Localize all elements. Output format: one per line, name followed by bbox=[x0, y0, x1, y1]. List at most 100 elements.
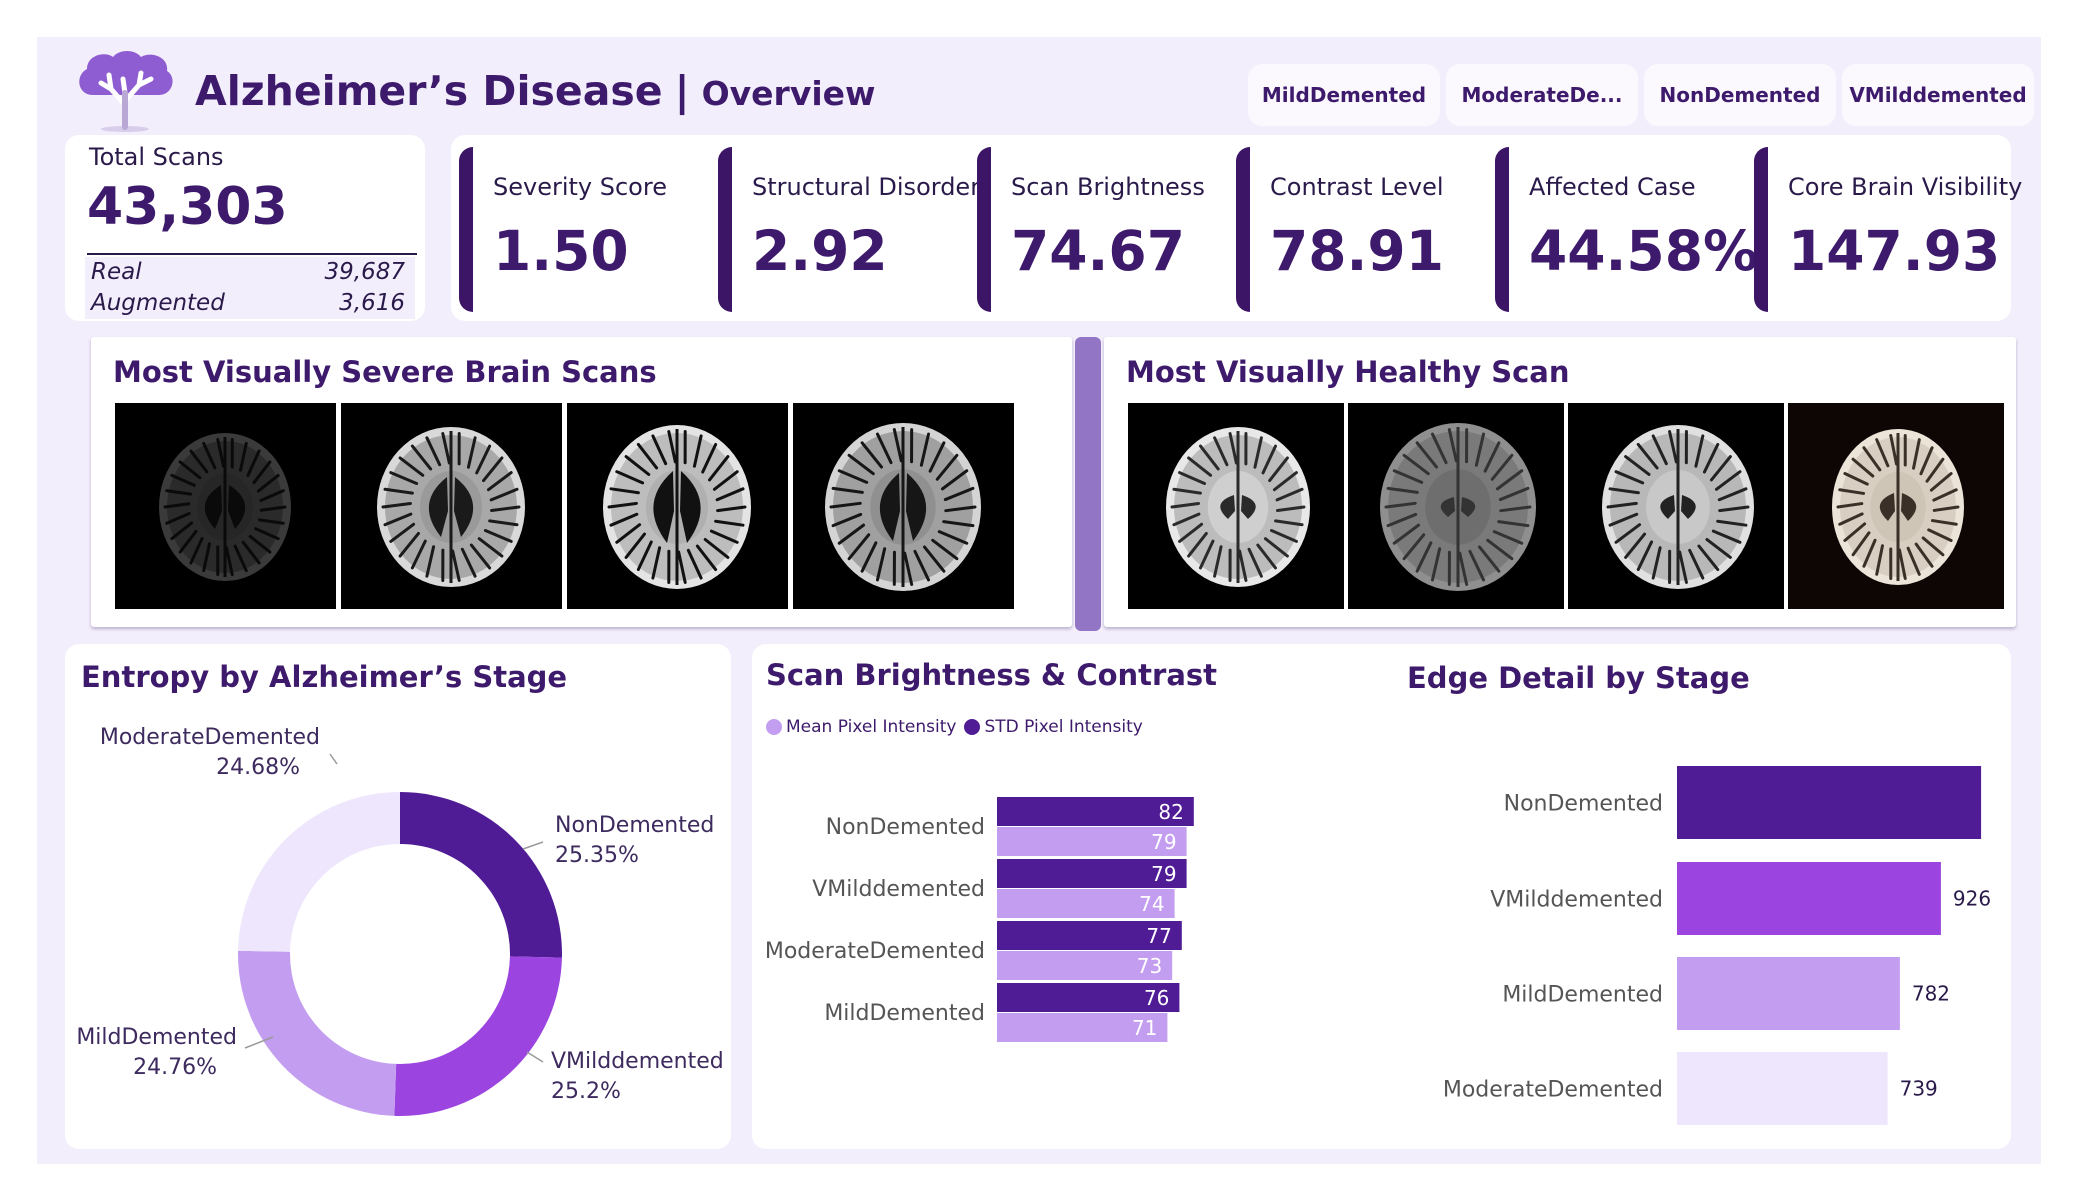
healthy-scans-title: Most Visually Healthy Scan bbox=[1126, 355, 1570, 389]
donut-slice-value: 25.2% bbox=[551, 1079, 621, 1104]
kpi-accent-bar bbox=[1236, 147, 1250, 312]
bar-data-label: 926 bbox=[1953, 887, 1991, 911]
healthy-scan-gallery bbox=[1128, 403, 2004, 609]
severe-scan-gallery bbox=[115, 403, 1014, 609]
category-label: ModerateDemented bbox=[765, 939, 985, 964]
brain-scan-image bbox=[1128, 403, 1344, 609]
donut-slice-milddemented[interactable] bbox=[237, 950, 397, 1116]
donut-leader-line bbox=[329, 753, 338, 765]
breakdown-label: Real bbox=[91, 259, 142, 285]
kpi-accent-bar bbox=[977, 147, 991, 312]
edge-bar[interactable] bbox=[1677, 766, 1982, 839]
bar-data-label: 739 bbox=[1900, 1077, 1938, 1101]
severe-scans-panel: Most Visually Severe Brain Scans bbox=[91, 337, 1072, 627]
total-scans-card: Total Scans 43,303 Real 39,687 Augmented… bbox=[65, 135, 425, 321]
brain-tree-icon bbox=[79, 51, 173, 132]
kpi-label: Severity Score bbox=[493, 173, 667, 201]
donut-slice-value: 24.68% bbox=[216, 755, 300, 780]
donut-leader-line bbox=[526, 1051, 544, 1063]
donut-slice-value: 24.76% bbox=[133, 1055, 217, 1080]
brightness-edge-card: Scan Brightness & Contrast Mean Pixel In… bbox=[752, 644, 2011, 1149]
brain-scan-image bbox=[341, 403, 562, 609]
category-label: VMilddemented bbox=[812, 877, 985, 902]
kpi-affected-case: Affected Case 44.58% bbox=[1495, 147, 1758, 312]
donut-slice-value: 25.35% bbox=[555, 843, 639, 868]
category-label: NonDemented bbox=[1504, 792, 1663, 817]
kpi-accent-bar bbox=[1754, 147, 1768, 312]
donut-slice-label: VMilddemented bbox=[551, 1049, 724, 1074]
brain-scan-image bbox=[115, 403, 336, 609]
donut-slice-vmilddemented[interactable] bbox=[394, 956, 562, 1116]
title-separator: | bbox=[674, 67, 690, 115]
category-label: MildDemented bbox=[1502, 983, 1663, 1008]
category-label: NonDemented bbox=[826, 815, 985, 840]
bar-data-label: 77 bbox=[1146, 924, 1171, 948]
bar-data-label: 74 bbox=[1139, 892, 1164, 916]
kpi-label: Affected Case bbox=[1529, 173, 1696, 201]
bar-data-label: 76 bbox=[1144, 986, 1169, 1010]
brain-scan-image bbox=[567, 403, 788, 609]
bar-data-label: 79 bbox=[1151, 830, 1176, 854]
kpi-strip: Severity Score 1.50 Structural Disorder … bbox=[451, 135, 2022, 321]
edge-bar[interactable] bbox=[1677, 1052, 1888, 1125]
title-main: Alzheimer’s Disease bbox=[195, 67, 663, 115]
donut-leader-line bbox=[522, 841, 544, 850]
kpi-label: Contrast Level bbox=[1270, 173, 1444, 201]
breakdown-value: 39,687 bbox=[324, 259, 405, 285]
brain-scan-image bbox=[793, 403, 1014, 609]
kpi-value: 147.93 bbox=[1788, 219, 2001, 283]
edge-bar[interactable] bbox=[1677, 957, 1900, 1030]
breakdown-row-real: Real 39,687 bbox=[85, 257, 415, 288]
category-label: MildDemented bbox=[824, 1001, 985, 1026]
category-label: ModerateDemented bbox=[1443, 1078, 1663, 1103]
kpi-accent-bar bbox=[718, 147, 732, 312]
donut-slice-nondemented[interactable] bbox=[400, 792, 562, 958]
title-subtitle: Overview bbox=[701, 74, 876, 113]
kpi-core-brain-visibility: Core Brain Visibility 147.93 bbox=[1754, 147, 2022, 312]
donut-slice-label: MildDemented bbox=[76, 1025, 237, 1050]
donut-slice-label: NonDemented bbox=[555, 813, 714, 838]
kpi-value: 2.92 bbox=[752, 219, 888, 283]
breakdown-value: 3,616 bbox=[339, 290, 405, 316]
kpi-value: 1.50 bbox=[493, 219, 629, 283]
bar-data-label: 82 bbox=[1158, 800, 1183, 824]
kpi-accent-bar bbox=[1495, 147, 1509, 312]
slicer-nondemented[interactable]: NonDemented bbox=[1644, 64, 1836, 126]
severe-scans-title: Most Visually Severe Brain Scans bbox=[113, 355, 657, 389]
breakdown-row-augmented: Augmented 3,616 bbox=[85, 288, 415, 319]
entropy-chart-card: Entropy by Alzheimer’s Stage NonDemented… bbox=[65, 644, 731, 1149]
category-label: VMilddemented bbox=[1490, 888, 1663, 913]
kpi-label: Core Brain Visibility bbox=[1788, 173, 2023, 201]
slicer-milddemented[interactable]: MildDemented bbox=[1248, 64, 1440, 126]
bar-data-label: 71 bbox=[1132, 1016, 1157, 1040]
brain-scan-image bbox=[1348, 403, 1564, 609]
slicer-vmilddemented[interactable]: VMilddemented bbox=[1842, 64, 2034, 126]
kpi-value: 74.67 bbox=[1011, 219, 1185, 283]
edge-bar-chart[interactable]: NonDemented1067VMilddemented926MildDemen… bbox=[1372, 644, 1992, 1149]
donut-slice-label: ModerateDemented bbox=[100, 725, 320, 750]
breakdown-label: Augmented bbox=[91, 290, 225, 316]
bar-data-label: 73 bbox=[1137, 954, 1162, 978]
total-scans-value: 43,303 bbox=[87, 177, 288, 237]
edge-bar[interactable] bbox=[1677, 862, 1941, 935]
entropy-donut-chart[interactable]: NonDemented 25.35% VMilddemented 25.2% MildD… bbox=[65, 644, 731, 1149]
bar-data-label: 79 bbox=[1151, 862, 1176, 886]
brain-scan-image bbox=[1788, 403, 2004, 609]
kpi-label: Structural Disorder bbox=[752, 173, 981, 201]
kpi-value: 78.91 bbox=[1270, 219, 1444, 283]
brightness-bar-chart[interactable]: NonDemented 82 79 VMilddemented 79 74 Moderate… bbox=[752, 644, 1372, 1149]
donut-slice-moderatedemented[interactable] bbox=[238, 792, 400, 952]
page-title: Alzheimer’s Disease | Overview bbox=[195, 67, 876, 115]
bar-data-label: 782 bbox=[1912, 982, 1950, 1006]
slicer-moderatedemented[interactable]: ModerateDe... bbox=[1446, 64, 1638, 126]
kpi-structural-disorder: Structural Disorder 2.92 bbox=[718, 147, 980, 312]
healthy-scans-panel: Most Visually Healthy Scan bbox=[1104, 337, 2016, 627]
total-scans-breakdown: Real 39,687 Augmented 3,616 bbox=[85, 257, 415, 319]
kpi-accent-bar bbox=[459, 147, 473, 312]
kpi-scan-brightness: Scan Brightness 74.67 bbox=[977, 147, 1222, 312]
total-scans-label: Total Scans bbox=[89, 143, 224, 171]
panel-divider[interactable] bbox=[1075, 337, 1101, 631]
kpi-contrast-level: Contrast Level 78.91 bbox=[1236, 147, 1481, 312]
kpi-value: 44.58% bbox=[1529, 219, 1759, 283]
kpi-label: Scan Brightness bbox=[1011, 173, 1205, 201]
